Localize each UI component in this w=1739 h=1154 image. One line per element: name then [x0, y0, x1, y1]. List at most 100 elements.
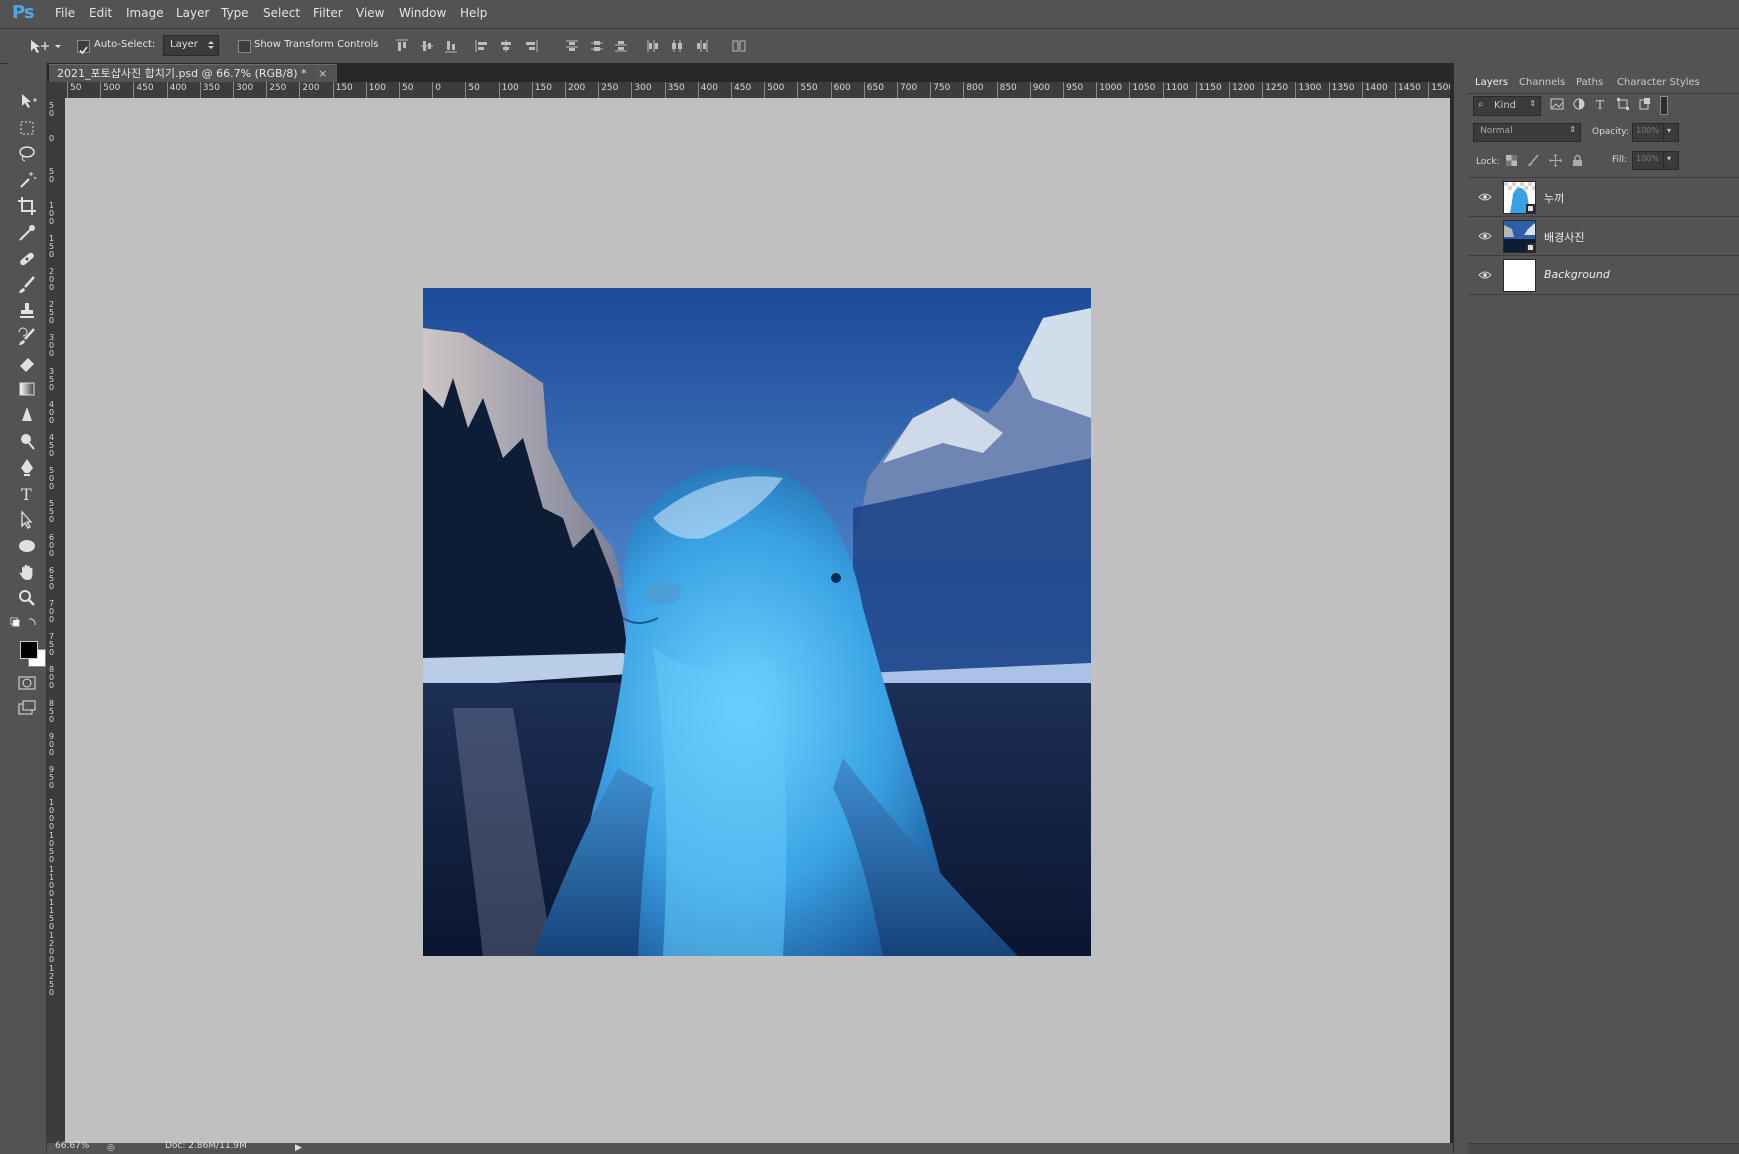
- horizontal-ruler[interactable]: 50 500 450 400 350 300 250 200 150 100 50 0 50 100 150…: [65, 82, 1450, 98]
- distribute-vertical-centers-icon[interactable]: [590, 39, 604, 53]
- lock-all-icon[interactable]: [1571, 154, 1584, 167]
- menu-view[interactable]: View: [356, 6, 384, 20]
- lasso-tool-icon[interactable]: [16, 143, 38, 165]
- opacity-field[interactable]: 100%: [1632, 123, 1664, 142]
- ruler-tick-label: 1250: [1265, 83, 1289, 93]
- spot-healing-brush-tool-icon[interactable]: [16, 248, 38, 270]
- distribute-bottom-edges-icon[interactable]: [614, 39, 628, 53]
- type-tool-icon[interactable]: T: [16, 483, 38, 505]
- tab-character-styles[interactable]: Character Styles: [1617, 77, 1700, 88]
- brush-tool-icon[interactable]: [16, 274, 38, 296]
- magic-wand-tool-icon[interactable]: [16, 169, 38, 191]
- layer-name-background[interactable]: Background: [1544, 268, 1610, 281]
- zoom-level[interactable]: 66.67%: [55, 1141, 89, 1151]
- ruler-tick-label: 1150: [1198, 83, 1222, 93]
- zoom-tool-icon[interactable]: [16, 587, 38, 609]
- distribute-top-edges-icon[interactable]: [565, 39, 579, 53]
- history-brush-tool-icon[interactable]: [16, 326, 38, 348]
- blur-tool-icon[interactable]: [16, 404, 38, 426]
- menu-layer[interactable]: Layer: [176, 6, 209, 20]
- ruler-origin[interactable]: [47, 82, 65, 98]
- layer-row-background-photo[interactable]: 배경사진: [1468, 216, 1739, 255]
- filter-smart-objects-icon[interactable]: [1638, 97, 1652, 111]
- ruler-tick-label: 1100: [49, 864, 55, 898]
- layer-row-background[interactable]: Background: [1468, 255, 1739, 295]
- vertical-ruler[interactable]: 50 0 50 100 150 200 250 300 350 400 450 500 550 600 65…: [47, 98, 65, 1143]
- menu-help[interactable]: Help: [460, 6, 487, 20]
- filter-toggle-switch[interactable]: [1660, 96, 1668, 115]
- eyedropper-tool-icon[interactable]: [16, 222, 38, 244]
- ruler-tick-label: 850: [999, 83, 1017, 93]
- panel-tabs: Layers Channels Paths Character Styles: [1467, 73, 1739, 94]
- auto-select-label: Auto-Select:: [94, 39, 156, 50]
- auto-select-target-dropdown[interactable]: Layer: [163, 35, 219, 56]
- menu-filter[interactable]: Filter: [313, 6, 343, 20]
- document-artwork[interactable]: [423, 288, 1091, 956]
- align-right-edges-icon[interactable]: [524, 39, 538, 53]
- tab-paths[interactable]: Paths: [1576, 77, 1603, 88]
- menu-image[interactable]: Image: [126, 6, 164, 20]
- layer-filter-kind-dropdown[interactable]: ⌕ Kind ⇕: [1473, 96, 1541, 116]
- foreground-color-swatch[interactable]: [20, 641, 38, 659]
- tab-channels[interactable]: Channels: [1519, 77, 1565, 88]
- layer-name-background-photo[interactable]: 배경사진: [1544, 229, 1584, 245]
- quick-mask-icon[interactable]: [16, 672, 38, 694]
- crop-tool-icon[interactable]: [16, 195, 38, 217]
- screen-mode-icon[interactable]: [16, 697, 38, 719]
- filter-adjustment-layers-icon[interactable]: [1572, 97, 1586, 111]
- lock-image-pixels-icon[interactable]: [1527, 154, 1540, 167]
- menu-window[interactable]: Window: [399, 6, 446, 20]
- status-info-icon[interactable]: ◎: [107, 1143, 115, 1153]
- fill-field[interactable]: 100%: [1632, 151, 1664, 170]
- ruler-tick-label: 350: [667, 83, 685, 93]
- layer-row-nukki[interactable]: 누끼: [1468, 177, 1739, 216]
- hand-tool-icon[interactable]: [16, 561, 38, 583]
- fill-slider-toggle[interactable]: ▾: [1663, 151, 1679, 170]
- chevron-down-icon: ▾: [1667, 126, 1672, 135]
- eye-icon[interactable]: [1478, 191, 1492, 203]
- distribute-horizontal-centers-icon[interactable]: [670, 39, 684, 53]
- filter-type-layers-icon[interactable]: T: [1594, 97, 1608, 111]
- opacity-slider-toggle[interactable]: ▾: [1663, 123, 1679, 142]
- blend-mode-dropdown[interactable]: Normal ⇕: [1473, 123, 1581, 142]
- status-menu-arrow-icon[interactable]: ▶: [295, 1143, 302, 1153]
- rectangular-marquee-tool-icon[interactable]: [16, 117, 38, 139]
- default-colors-icon[interactable]: [10, 612, 40, 634]
- lock-position-icon[interactable]: [1549, 154, 1562, 167]
- menu-edit[interactable]: Edit: [89, 6, 112, 20]
- clone-stamp-tool-icon[interactable]: [16, 300, 38, 322]
- tab-layers[interactable]: Layers: [1475, 77, 1508, 88]
- menu-select[interactable]: Select: [263, 6, 300, 20]
- eye-icon[interactable]: [1478, 269, 1492, 281]
- distribute-right-edges-icon[interactable]: [695, 39, 709, 53]
- path-selection-tool-icon[interactable]: [16, 509, 38, 531]
- gradient-tool-icon[interactable]: [16, 378, 38, 400]
- dodge-tool-icon[interactable]: [16, 430, 38, 452]
- menu-file[interactable]: File: [55, 6, 75, 20]
- lock-transparent-pixels-icon[interactable]: [1505, 154, 1518, 167]
- layer-name-nukki[interactable]: 누끼: [1544, 190, 1564, 206]
- show-transform-checkbox[interactable]: [238, 40, 251, 53]
- align-bottom-edges-icon[interactable]: [444, 39, 458, 53]
- align-left-edges-icon[interactable]: [475, 39, 489, 53]
- menu-type[interactable]: Type: [221, 6, 249, 20]
- align-vertical-centers-icon[interactable]: [420, 39, 434, 53]
- eye-icon[interactable]: [1478, 230, 1492, 242]
- document-tab[interactable]: 2021_포토샵사진 합치기.psd @ 66.7% (RGB/8) * ×: [49, 64, 338, 83]
- eraser-tool-icon[interactable]: [16, 352, 38, 374]
- ellipse-tool-icon[interactable]: [16, 535, 38, 557]
- auto-align-layers-icon[interactable]: [732, 39, 746, 53]
- ruler-tick-label: 200: [49, 267, 55, 292]
- filter-shape-layers-icon[interactable]: [1616, 97, 1630, 111]
- align-horizontal-centers-icon[interactable]: [499, 39, 513, 53]
- auto-select-checkbox[interactable]: [77, 40, 90, 55]
- distribute-left-edges-icon[interactable]: [646, 39, 660, 53]
- align-top-edges-icon[interactable]: [395, 39, 409, 53]
- filter-pixel-layers-icon[interactable]: [1550, 97, 1564, 111]
- close-tab-icon[interactable]: ×: [318, 67, 327, 80]
- toolbox: T: [8, 63, 47, 1153]
- ruler-tick-label: 700: [900, 83, 918, 93]
- pen-tool-icon[interactable]: [16, 457, 38, 479]
- move-tool-preset-icon[interactable]: [28, 37, 62, 55]
- move-tool-icon[interactable]: [16, 90, 38, 112]
